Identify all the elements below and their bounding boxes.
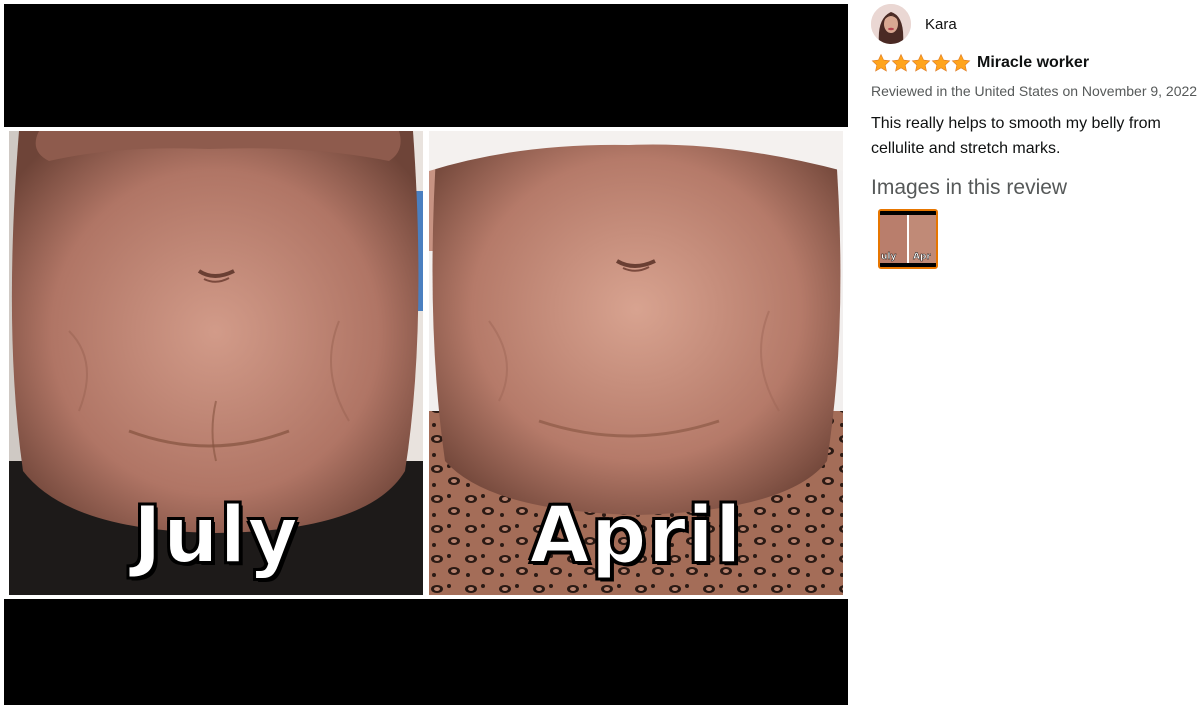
photo-april-frame: April	[424, 127, 848, 599]
star-icon	[891, 53, 911, 72]
review-panel: Kara Miracle worker Reviewed in the Unit…	[871, 4, 1201, 269]
photo-april: April	[429, 131, 843, 595]
photo-label-april: April	[528, 491, 743, 581]
review-title-row: Miracle worker	[871, 51, 1201, 75]
star-icon	[931, 53, 951, 72]
photo-july: July	[9, 131, 423, 595]
thumbnail-image: uly Apr	[880, 211, 936, 267]
avatar[interactable]	[871, 4, 911, 44]
star-icon	[871, 53, 891, 72]
photo-july-frame: July	[4, 127, 428, 599]
images-heading: Images in this review	[871, 176, 1068, 199]
star-icon	[911, 53, 931, 72]
review-image-thumbnail[interactable]: uly Apr	[878, 209, 938, 269]
review-image-viewer[interactable]: July April	[4, 4, 848, 705]
photo-label-july: July	[132, 491, 300, 581]
avatar-image	[871, 4, 911, 44]
review-title[interactable]: Miracle worker	[977, 54, 1089, 72]
reviewer-profile[interactable]: Kara	[871, 4, 1201, 44]
review-date: Reviewed in the United States on Novembe…	[871, 83, 1198, 99]
thumbnail-label-right: Apr	[913, 252, 931, 262]
thumbnail-label-left: uly	[881, 252, 896, 262]
review-body-text: This really helps to smooth my belly fro…	[871, 115, 1161, 157]
star-icon	[951, 53, 971, 72]
reviewer-name[interactable]: Kara	[925, 16, 957, 33]
star-rating[interactable]	[871, 53, 971, 73]
